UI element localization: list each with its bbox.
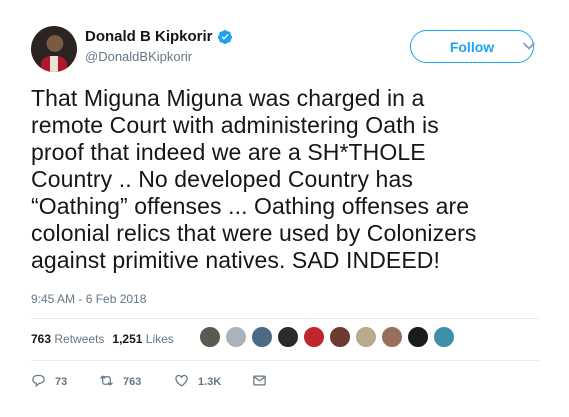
tweet-text-line: Country .. No developed Country has — [31, 166, 413, 192]
author-display-name[interactable]: Donald B Kipkorir — [85, 28, 213, 45]
like-action[interactable]: 1.3K — [174, 373, 252, 391]
retweet-icon — [99, 373, 114, 391]
tweet-actions: 73 763 1.3K — [31, 373, 267, 391]
liker-avatar[interactable] — [329, 326, 351, 348]
tweet-text-line: “Oathing” offenses ... Oathing offenses … — [31, 193, 470, 219]
tweet-text-line: remote Court with administering Oath is — [31, 112, 439, 138]
liker-avatar[interactable] — [381, 326, 403, 348]
divider — [31, 318, 539, 319]
envelope-icon — [252, 373, 267, 391]
tweet-text-line: That Miguna Miguna was charged in a — [31, 85, 425, 111]
liker-avatar[interactable] — [433, 326, 455, 348]
verified-badge-icon — [217, 29, 233, 45]
author-handle[interactable]: @DonaldBKipkorir — [85, 49, 192, 64]
tweet-text-line: against primitive natives. SAD INDEED! — [31, 247, 440, 273]
liker-avatar[interactable] — [303, 326, 325, 348]
tweet-card: Donald B Kipkorir @DonaldBKipkorir Follo… — [0, 0, 569, 417]
author-avatar[interactable] — [31, 26, 77, 72]
tweet-text-line: colonial relics that were used by Coloni… — [31, 220, 477, 246]
liker-avatar[interactable] — [251, 326, 273, 348]
likes-stat[interactable]: 1,251 Likes — [112, 332, 173, 346]
tweet-stats: 763 Retweets 1,251 Likes — [31, 327, 182, 351]
liker-avatar[interactable] — [225, 326, 247, 348]
likers-avatar-list — [199, 326, 459, 348]
retweet-count: 763 — [123, 376, 142, 388]
chevron-down-icon[interactable] — [522, 39, 536, 53]
retweets-count: 763 — [31, 332, 52, 346]
retweet-action[interactable]: 763 — [99, 373, 174, 391]
retweets-label: Retweets — [54, 332, 105, 346]
reply-action[interactable]: 73 — [31, 373, 99, 391]
tweet-text: That Miguna Miguna was charged in a remo… — [31, 85, 546, 274]
liker-avatar[interactable] — [277, 326, 299, 348]
tweet-text-line: proof that indeed we are a SH*THOLE — [31, 139, 426, 165]
like-count: 1.3K — [198, 376, 222, 388]
tweet-timestamp: 9:45 AM - 6 Feb 2018 — [31, 292, 146, 306]
tweet-header: Donald B Kipkorir @DonaldBKipkorir Follo… — [31, 26, 551, 76]
follow-button[interactable]: Follow — [410, 30, 534, 63]
heart-icon — [174, 373, 189, 391]
likes-count: 1,251 — [112, 332, 143, 346]
timestamp-link[interactable]: 9:45 AM - 6 Feb 2018 — [31, 292, 146, 306]
likes-label: Likes — [145, 332, 174, 346]
reply-icon — [31, 373, 46, 391]
reply-count: 73 — [55, 376, 68, 388]
liker-avatar[interactable] — [355, 326, 377, 348]
author-name-row[interactable]: Donald B Kipkorir — [85, 28, 233, 45]
retweets-stat[interactable]: 763 Retweets — [31, 332, 104, 346]
direct-message-action[interactable] — [252, 373, 267, 391]
liker-avatar[interactable] — [199, 326, 221, 348]
divider — [31, 360, 539, 361]
liker-avatar[interactable] — [407, 326, 429, 348]
